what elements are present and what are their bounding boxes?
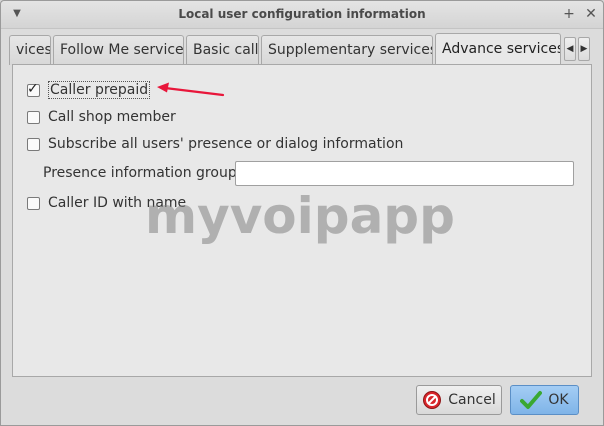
caller-id-name-checkbox[interactable] bbox=[27, 196, 40, 210]
presence-group-label: Presence information group bbox=[43, 165, 237, 181]
tab-bar: vices Follow Me service Basic call Suppl… bbox=[9, 33, 603, 66]
subscribe-presence-checkbox[interactable] bbox=[27, 137, 40, 151]
advance-services-panel: ✓ Caller prepaid Call shop member Subscr… bbox=[12, 64, 592, 377]
ok-button-label: OK bbox=[548, 392, 569, 408]
ok-button[interactable]: OK bbox=[510, 385, 579, 415]
dialog-window: ▼ Local user configuration information +… bbox=[0, 0, 604, 426]
window-title: Local user configuration information bbox=[178, 7, 426, 21]
maximize-icon[interactable]: + bbox=[561, 6, 577, 22]
caller-prepaid-checkbox[interactable]: ✓ bbox=[27, 80, 40, 97]
subscribe-presence-label[interactable]: Subscribe all users' presence or dialog … bbox=[48, 136, 403, 152]
cancel-icon bbox=[422, 390, 442, 410]
tab-follow-me-service[interactable]: Follow Me service bbox=[53, 35, 184, 65]
call-shop-member-label[interactable]: Call shop member bbox=[48, 109, 176, 125]
tab-advance-services[interactable]: Advance services bbox=[435, 33, 561, 66]
tab-basic-call[interactable]: Basic call bbox=[186, 35, 259, 65]
subscribe-presence-option[interactable]: Subscribe all users' presence or dialog … bbox=[27, 134, 403, 154]
tab-supplementary-services[interactable]: Supplementary services bbox=[261, 35, 433, 65]
ok-check-icon bbox=[520, 390, 543, 410]
call-shop-member-checkbox[interactable] bbox=[27, 110, 40, 124]
title-bar[interactable]: ▼ Local user configuration information +… bbox=[1, 1, 603, 29]
call-shop-member-option[interactable]: Call shop member bbox=[27, 107, 176, 127]
presence-group-input[interactable] bbox=[235, 161, 574, 186]
tab-services-partial[interactable]: vices bbox=[9, 35, 51, 65]
caller-prepaid-option[interactable]: ✓ Caller prepaid bbox=[27, 80, 151, 100]
checkmark-icon: ✓ bbox=[27, 80, 39, 97]
caller-id-name-option[interactable]: Caller ID with name bbox=[27, 193, 186, 213]
caller-id-name-label[interactable]: Caller ID with name bbox=[48, 195, 186, 211]
close-icon[interactable]: ✕ bbox=[583, 6, 599, 22]
cancel-button[interactable]: Cancel bbox=[416, 385, 502, 415]
tab-scroll-right-icon[interactable]: ▶ bbox=[578, 37, 590, 61]
cancel-button-label: Cancel bbox=[448, 392, 496, 408]
tab-scroll-left-icon[interactable]: ◀ bbox=[564, 37, 576, 61]
caller-prepaid-label[interactable]: Caller prepaid bbox=[48, 81, 151, 99]
